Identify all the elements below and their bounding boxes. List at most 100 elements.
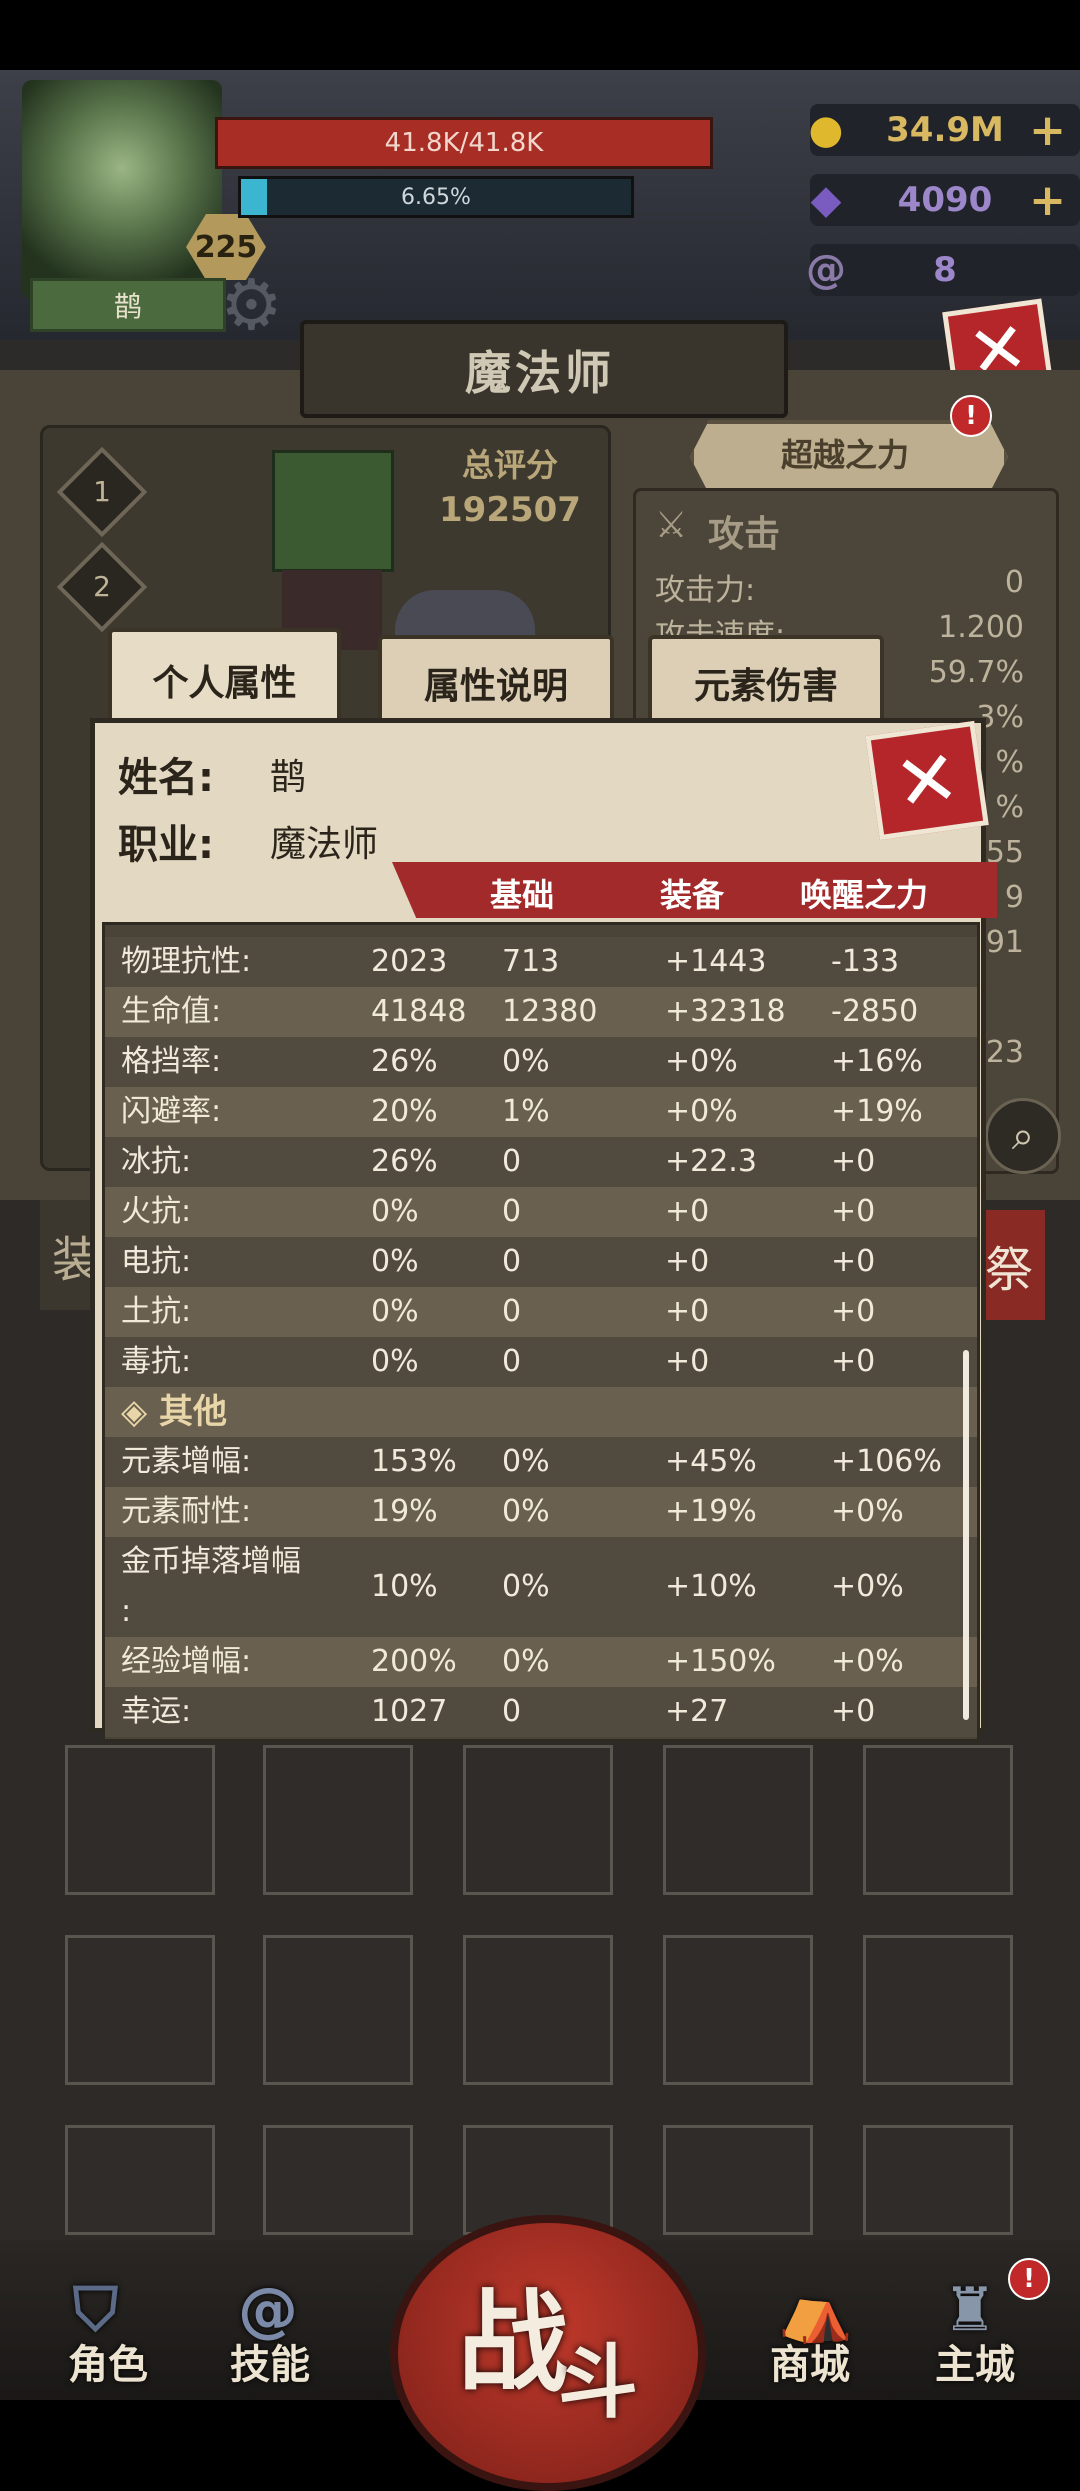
table-scrollbar[interactable] — [963, 1350, 969, 1720]
row-label: 幸运: — [121, 1694, 192, 1729]
section-other-label: ◈ 其他 — [121, 1392, 227, 1432]
settings-gear-icon[interactable]: ⚙ — [220, 270, 283, 340]
table-row: 冰抗: 26% 0 +22.3 +0 — [105, 1137, 977, 1187]
row-awaken: +0 — [831, 1244, 876, 1279]
column-header-ribbon: 基础 装备 唤醒之力 — [392, 862, 997, 918]
inventory-slot[interactable] — [263, 1745, 413, 1895]
row-awaken: +0% — [831, 1644, 904, 1679]
horn-value: 8 — [933, 250, 957, 290]
row-total: 0% — [371, 1194, 419, 1229]
right-side-tab[interactable]: 祭 — [985, 1210, 1045, 1320]
transcend-alert-badge: ! — [950, 395, 992, 437]
row-awaken: -2850 — [831, 994, 919, 1029]
player-portrait[interactable] — [22, 80, 222, 300]
row-label: 土抗: — [121, 1294, 192, 1329]
row-label: 元素增幅: — [121, 1444, 252, 1479]
row-equip: +0 — [665, 1344, 710, 1379]
job-value: 魔法师 — [270, 824, 379, 865]
inventory-slot[interactable] — [663, 1935, 813, 2085]
row-base: 0% — [502, 1644, 550, 1679]
xp-text: 6.65% — [401, 184, 471, 210]
inventory-slot[interactable] — [263, 1935, 413, 2085]
row-awaken: +0 — [831, 1344, 876, 1379]
nav-role-button[interactable]: ⛉ 角色 — [38, 2270, 178, 2390]
close-detail-button[interactable]: ✕ — [865, 720, 989, 841]
xp-bar: 6.65% — [238, 176, 634, 218]
tab-element-damage[interactable]: 元素伤害 — [648, 635, 884, 727]
row-awaken: +0% — [831, 1494, 904, 1529]
row-total: 10% — [371, 1569, 438, 1604]
row-awaken: +0 — [831, 1144, 876, 1179]
table-row: 金币掉落增幅 : 10% 0% +10% +0% — [105, 1537, 977, 1637]
nav-skill-button[interactable]: @ 技能 — [200, 2270, 340, 2390]
table-row: 幸运: 1027 0 +27 +0 — [105, 1687, 977, 1737]
nav-shop-button[interactable]: ⛺ 商城 — [740, 2270, 880, 2390]
row-label: 冰抗: — [121, 1144, 192, 1179]
row-equip: +0% — [665, 1094, 738, 1129]
row-total: 0% — [371, 1344, 419, 1379]
helmet-equipment-icon[interactable] — [272, 450, 394, 572]
row-label: 生命值: — [121, 994, 222, 1029]
nav-skill-label: 技能 — [230, 2342, 310, 2388]
inventory-slot[interactable] — [663, 1745, 813, 1895]
row-awaken: +19% — [831, 1094, 923, 1129]
row-total: 41848 — [371, 994, 467, 1029]
job-label: 职业: — [118, 822, 214, 868]
search-icon[interactable]: ⌕ — [985, 1098, 1061, 1174]
inventory-slot[interactable] — [463, 1745, 613, 1895]
row-base: 0 — [502, 1144, 522, 1179]
inventory-slot[interactable] — [463, 1935, 613, 2085]
gold-resource: ● 34.9M + — [809, 104, 1080, 156]
inventory-slot[interactable] — [65, 1935, 215, 2085]
row-awaken: +0 — [831, 1194, 876, 1229]
battle-label-1: 战 — [458, 2279, 568, 2407]
attack-header: 攻击 — [708, 514, 781, 555]
row-base: 0 — [502, 1294, 522, 1329]
name-label: 姓名: — [118, 755, 214, 801]
row-base: 0 — [502, 1344, 522, 1379]
row-base: 12380 — [502, 994, 598, 1029]
inventory-slot[interactable] — [263, 2125, 413, 2235]
inventory-slot[interactable] — [863, 1745, 1013, 1895]
row-equip: +45% — [665, 1444, 757, 1479]
score-label: 总评分 — [461, 446, 558, 484]
nav-city-label: 主城 — [935, 2342, 1015, 2388]
row-equip: +150% — [665, 1644, 776, 1679]
column-header-equipment: 装备 — [660, 876, 725, 914]
row-awaken: +0% — [831, 1569, 904, 1604]
peek-value: 59.7% — [928, 655, 1024, 690]
screen-title: 魔法师 — [465, 346, 615, 400]
row-label: 金币掉落增幅 — [121, 1544, 301, 1579]
inventory-slot[interactable] — [663, 2125, 813, 2235]
horn-resource: @ 8 — [806, 244, 1080, 296]
inventory-slot[interactable] — [65, 2125, 215, 2235]
row-total: 0% — [371, 1294, 419, 1329]
tab-attribute-description[interactable]: 属性说明 — [378, 635, 614, 727]
row-total: 153% — [371, 1444, 457, 1479]
row-base: 0% — [502, 1569, 550, 1604]
tab-personal-attributes[interactable]: 个人属性 — [108, 628, 341, 728]
inventory-slot[interactable] — [863, 1935, 1013, 2085]
inventory-slot[interactable] — [65, 1745, 215, 1895]
nav-shop-label: 商城 — [770, 2342, 850, 2388]
add-gem-button[interactable]: + — [1029, 175, 1066, 226]
row-base: 0% — [502, 1444, 550, 1479]
inventory-slot[interactable] — [863, 2125, 1013, 2235]
transcend-label: 超越之力 — [780, 436, 909, 474]
score-value: 192507 — [439, 490, 581, 530]
table-row: 电抗: 0% 0 +0 +0 — [105, 1237, 977, 1287]
row-base: 0 — [502, 1194, 522, 1229]
row-equip: +0% — [665, 1044, 738, 1079]
row-label: 元素耐性: — [121, 1494, 252, 1529]
row-base: 0% — [502, 1044, 550, 1079]
section-header-other: ◈ 其他 — [105, 1387, 977, 1437]
row-equip: +10% — [665, 1569, 757, 1604]
add-gold-button[interactable]: + — [1029, 105, 1066, 156]
row-base: 713 — [502, 944, 560, 979]
row-base: 0% — [502, 1494, 550, 1529]
row-equip: +0 — [665, 1294, 710, 1329]
row-label: 经验增幅: — [121, 1644, 252, 1679]
row-total: 200% — [371, 1644, 457, 1679]
battle-button[interactable]: 战 斗 — [390, 2215, 706, 2491]
row-equip: +0 — [665, 1194, 710, 1229]
